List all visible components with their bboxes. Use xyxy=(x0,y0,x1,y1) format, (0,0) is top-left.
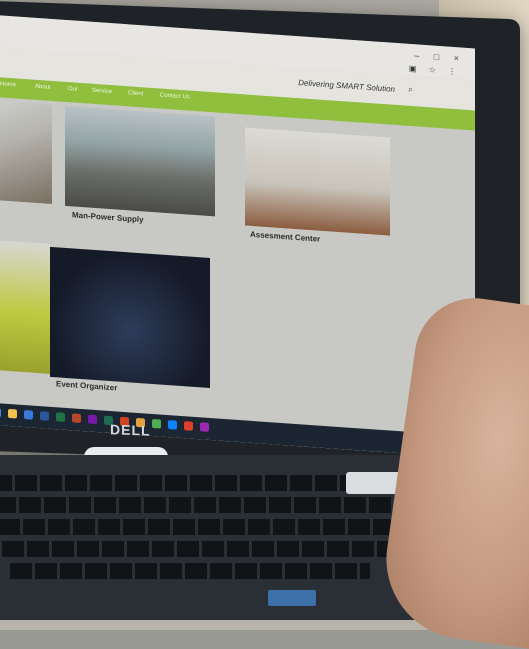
word-icon[interactable] xyxy=(40,411,49,421)
excel-icon[interactable] xyxy=(56,412,65,422)
card-image-worker[interactable] xyxy=(0,238,50,374)
laptop-screen: – □ × ▣ ☆ ⋮ Delivering SMART Solution ⌕ … xyxy=(0,13,475,459)
powerpoint-icon[interactable] xyxy=(72,413,81,423)
card-caption-event[interactable]: Event Organizer xyxy=(56,379,117,392)
app-icon-5[interactable] xyxy=(200,422,209,432)
folder-icon[interactable] xyxy=(8,408,17,419)
card-caption-assessment[interactable]: Assesment Center xyxy=(250,230,320,244)
nav-item-our[interactable]: Our xyxy=(68,86,78,93)
key-row xyxy=(0,497,404,513)
nav-item-home[interactable]: Home xyxy=(0,81,16,88)
nav-item-about[interactable]: About xyxy=(35,84,51,91)
onenote-icon[interactable] xyxy=(88,414,97,425)
card-image-manpower[interactable] xyxy=(65,105,215,217)
laptop-sticker xyxy=(268,590,316,606)
laptop-brand-logo: DELL xyxy=(110,421,151,439)
card-image-event[interactable] xyxy=(50,246,210,388)
acrobat-icon[interactable] xyxy=(184,421,193,431)
key-row xyxy=(0,519,398,535)
key-row xyxy=(2,541,392,557)
browser-icon[interactable] xyxy=(24,410,33,420)
card-caption-manpower[interactable]: Man-Power Supply xyxy=(72,210,144,224)
search-icon[interactable]: ⌕ xyxy=(408,84,413,95)
nav-item-client[interactable]: Client xyxy=(128,90,143,97)
key-row xyxy=(10,563,370,579)
chrome-icon[interactable] xyxy=(152,418,161,429)
card-image-assessment[interactable] xyxy=(245,127,390,236)
start-icon[interactable] xyxy=(0,407,1,418)
app-icon-4[interactable] xyxy=(168,420,177,430)
card-image-business[interactable] xyxy=(0,98,52,204)
